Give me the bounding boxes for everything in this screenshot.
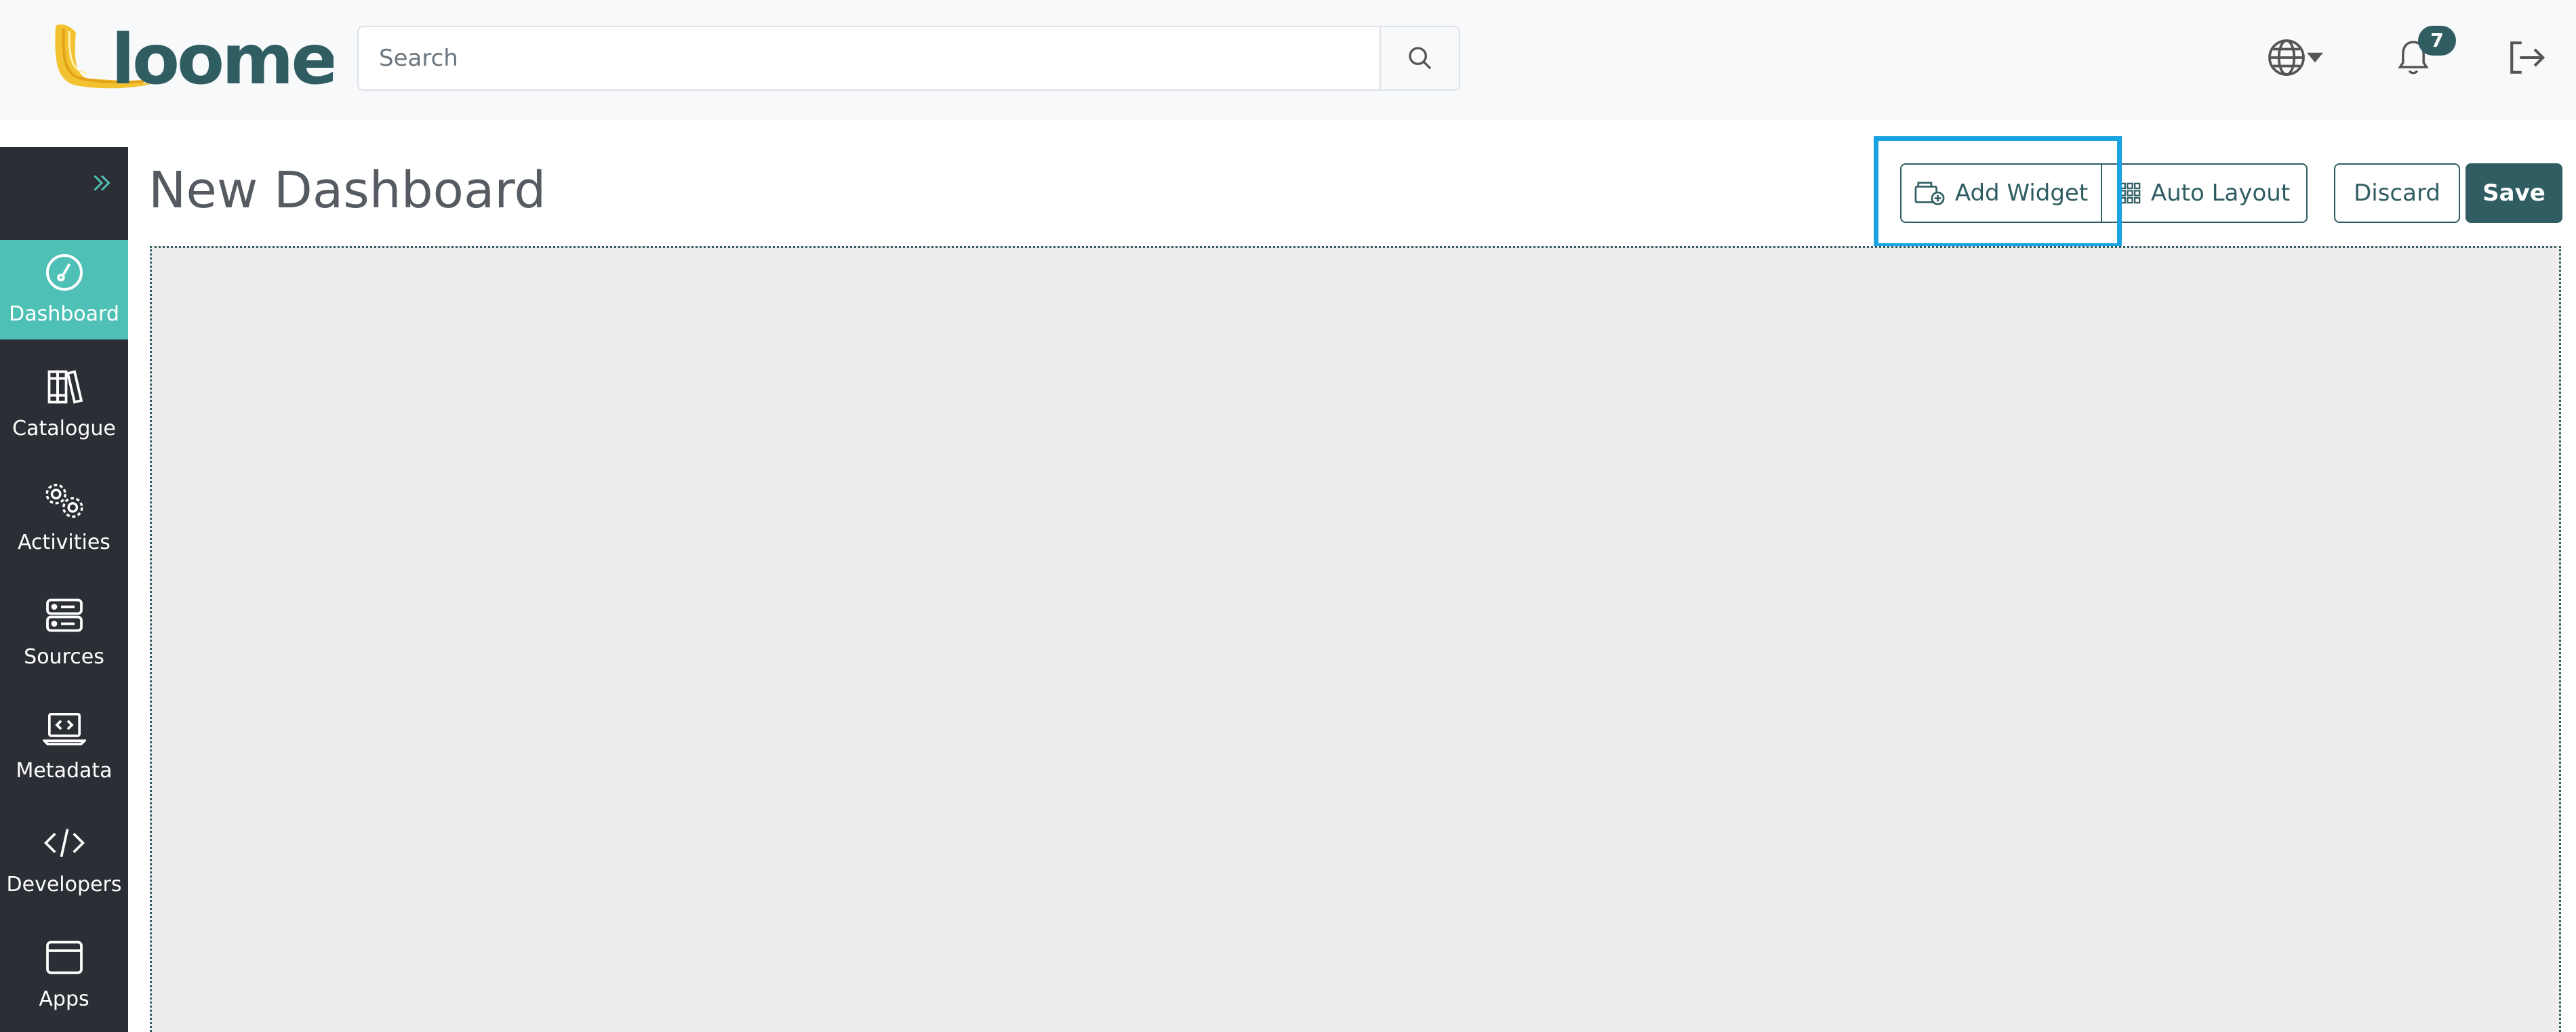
code-laptop-icon xyxy=(42,707,86,751)
save-button[interactable]: Save xyxy=(2466,163,2562,223)
search-icon xyxy=(1408,47,1431,70)
caret-down-icon xyxy=(2307,52,2323,63)
sidebar-item-sources[interactable]: Sources xyxy=(0,583,128,682)
books-icon xyxy=(43,365,86,409)
sidebar-item-label: Catalogue xyxy=(12,417,116,440)
search-input[interactable] xyxy=(359,27,1380,89)
sidebar-item-label: Activities xyxy=(18,531,110,554)
search-button[interactable] xyxy=(1380,27,1459,89)
sidebar-item-dashboard[interactable]: Dashboard xyxy=(0,240,128,339)
sidebar-item-apps[interactable]: Apps xyxy=(0,925,128,1025)
window-icon xyxy=(43,936,86,979)
discard-label: Discard xyxy=(2354,180,2440,207)
search-bar xyxy=(357,26,1460,91)
globe-icon xyxy=(2268,39,2305,76)
gauge-icon xyxy=(43,251,86,294)
chevron-double-right-icon xyxy=(94,175,110,191)
dashboard-canvas[interactable] xyxy=(150,246,2561,1032)
page-title: New Dashboard xyxy=(148,161,546,220)
svg-text:loome: loome xyxy=(111,20,334,97)
sidebar-item-label: Dashboard xyxy=(9,302,119,326)
sidebar-item-label: Apps xyxy=(39,987,89,1011)
discard-button[interactable]: Discard xyxy=(2334,163,2460,223)
sidebar-item-label: Developers xyxy=(6,873,122,896)
save-label: Save xyxy=(2482,180,2545,207)
top-bar: loome 7 xyxy=(0,0,2576,121)
code-icon xyxy=(43,821,86,865)
logout-button[interactable] xyxy=(2503,35,2550,80)
logout-icon xyxy=(2510,41,2545,74)
gears-icon xyxy=(43,479,86,522)
sidebar-item-metadata[interactable]: Metadata xyxy=(0,697,128,796)
sidebar-item-label: Metadata xyxy=(16,759,113,783)
auto-layout-button[interactable]: Auto Layout xyxy=(2101,163,2308,223)
sidebar: Dashboard Catalogue Activities Sources M… xyxy=(0,147,128,1032)
auto-layout-label: Auto Layout xyxy=(2150,180,2291,207)
language-selector[interactable] xyxy=(2261,34,2329,81)
notification-count-badge: 7 xyxy=(2418,26,2456,56)
loome-logo[interactable]: loome xyxy=(49,19,334,97)
sidebar-item-label: Sources xyxy=(24,645,104,669)
sidebar-item-catalogue[interactable]: Catalogue xyxy=(0,354,128,454)
server-icon xyxy=(43,594,86,637)
sidebar-item-activities[interactable]: Activities xyxy=(0,468,128,568)
sidebar-expand-button[interactable] xyxy=(81,166,122,200)
highlight-annotation-box xyxy=(1874,136,2122,248)
sidebar-item-developers[interactable]: Developers xyxy=(0,810,128,910)
